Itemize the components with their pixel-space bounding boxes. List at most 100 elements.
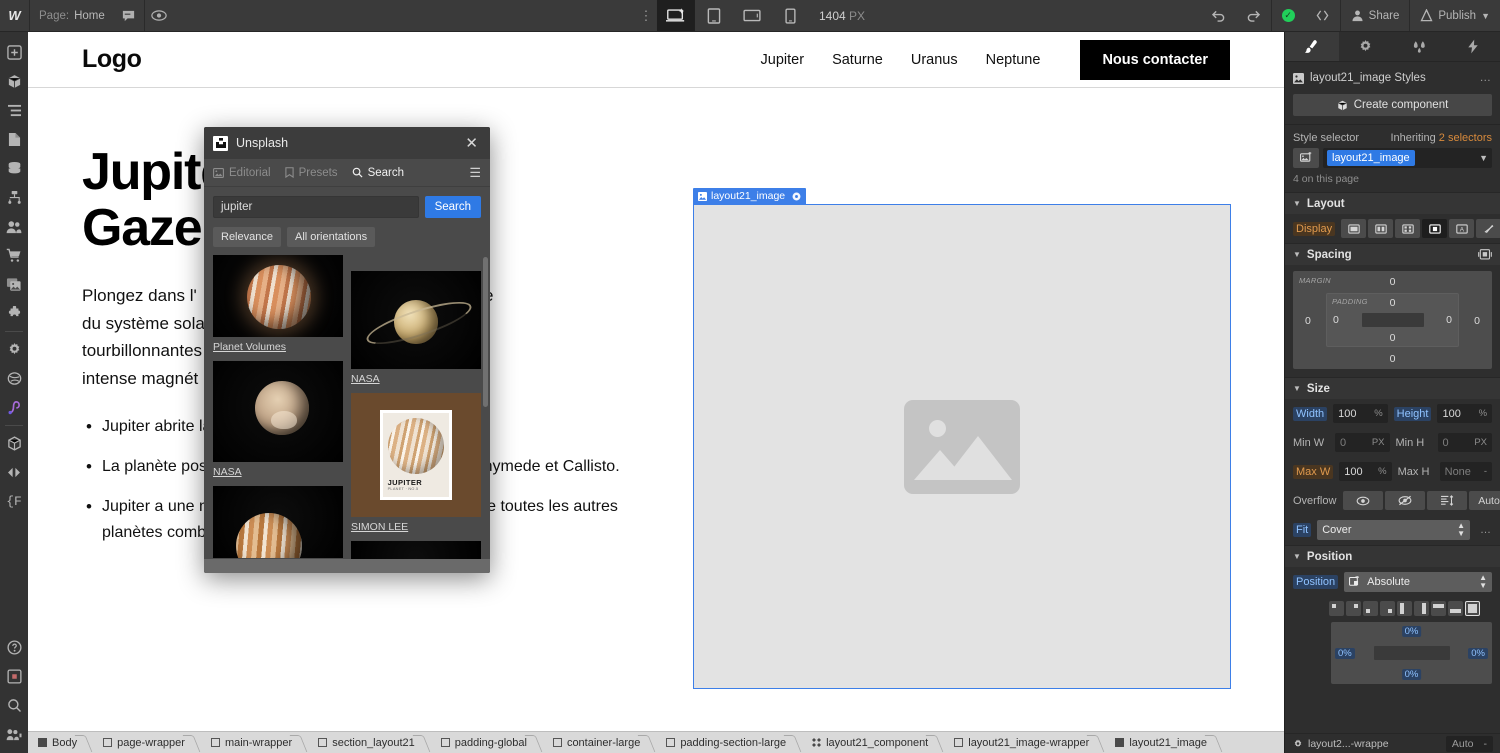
spacing-widget[interactable]: MARGIN 0 0 0 0 PADDING 0 0 0 0: [1293, 271, 1492, 369]
variables-icon[interactable]: [0, 458, 28, 487]
spacing-preview-icon[interactable]: [1478, 249, 1492, 260]
gear-icon[interactable]: [792, 192, 801, 201]
tab-editorial[interactable]: Editorial: [213, 167, 271, 179]
jupiter-dark-photo[interactable]: [213, 486, 343, 558]
position-select[interactable]: Absolute ▲▼: [1344, 572, 1492, 592]
tab-search[interactable]: Search: [352, 167, 404, 179]
nav-link-uranus[interactable]: Uranus: [911, 52, 958, 68]
z-index-input[interactable]: Auto -: [1446, 736, 1493, 752]
code-brackets-icon[interactable]: [1305, 0, 1340, 31]
max-height-input[interactable]: None -: [1440, 462, 1492, 481]
result-card[interactable]: Planet Volumes: [213, 255, 343, 355]
panel-more-icon[interactable]: …: [1480, 72, 1493, 84]
style-guide-icon[interactable]: [0, 364, 28, 393]
modal-vertical-scrollbar[interactable]: [483, 257, 488, 407]
width-input[interactable]: 100 %: [1333, 404, 1388, 423]
jupiter-poster[interactable]: JUPITER PLANET · NO.5: [351, 393, 481, 517]
selected-element-badge[interactable]: layout21_image: [693, 188, 806, 204]
min-width-input[interactable]: 0 PX: [1335, 433, 1390, 452]
display-grid-icon[interactable]: [1395, 219, 1420, 238]
breadcrumb-item-main-wrapper[interactable]: main-wrapper: [201, 732, 308, 753]
jupiter-photo[interactable]: [213, 255, 343, 337]
cms-collections-icon[interactable]: [0, 154, 28, 183]
padding-bottom-value[interactable]: 0: [1390, 332, 1396, 344]
help-icon[interactable]: [0, 633, 28, 662]
padding-right-value[interactable]: 0: [1446, 314, 1452, 326]
breadcrumb-item-layout21-image-wrapper[interactable]: layout21_image-wrapper: [944, 732, 1105, 753]
breadcrumb-item-padding-section-large[interactable]: padding-section-large: [656, 732, 802, 753]
min-height-unit[interactable]: PX: [1474, 437, 1487, 448]
page-indicator[interactable]: Page: Home: [30, 0, 114, 31]
style-panel-tab[interactable]: [1285, 32, 1339, 61]
unsplash-modal[interactable]: Unsplash ✕ Editorial Presets Search ☰ ju…: [204, 127, 490, 573]
share-button[interactable]: Share: [1341, 0, 1410, 31]
height-unit[interactable]: %: [1479, 408, 1487, 419]
search-button[interactable]: Search: [425, 196, 481, 218]
tab-presets[interactable]: Presets: [285, 167, 338, 179]
style-panel[interactable]: layout21_image Styles … Create component…: [1284, 32, 1500, 753]
filter-relevance[interactable]: Relevance: [213, 227, 281, 247]
nav-link-jupiter[interactable]: Jupiter: [761, 52, 805, 68]
image-placeholder-box[interactable]: [693, 204, 1231, 689]
close-icon[interactable]: ✕: [462, 134, 481, 153]
preview-eye-icon[interactable]: [144, 0, 174, 31]
canvas-width-display[interactable]: 1404 PX: [819, 9, 865, 23]
fit-select[interactable]: Cover ▲▼: [1317, 520, 1470, 540]
breadcrumb-item-layout21-component[interactable]: layout21_component: [802, 732, 944, 753]
overflow-visible-icon[interactable]: [1343, 491, 1383, 510]
margin-left-value[interactable]: 0: [1305, 315, 1311, 327]
anchor-top-full[interactable]: [1431, 601, 1446, 616]
position-right-value[interactable]: 0%: [1468, 648, 1488, 659]
anchor-right-full[interactable]: [1414, 601, 1429, 616]
stepper-icon[interactable]: ▲▼: [1457, 522, 1465, 538]
width-unit[interactable]: %: [1374, 408, 1382, 419]
undo-icon[interactable]: [1201, 0, 1236, 31]
fit-more-icon[interactable]: …: [1476, 524, 1492, 536]
selected-element-wrapper[interactable]: layout21_image: [693, 204, 1231, 689]
min-height-input[interactable]: 0 PX: [1438, 433, 1493, 452]
selector-tag-icon[interactable]: [1293, 148, 1319, 168]
overflow-scroll-icon[interactable]: [1427, 491, 1467, 510]
anchor-all-sides[interactable]: [1465, 601, 1480, 616]
position-relative-to-label[interactable]: layout2...-wrappe: [1308, 738, 1389, 750]
ecommerce-icon[interactable]: [0, 241, 28, 270]
display-inline-block-icon[interactable]: [1422, 219, 1447, 238]
saturn-photo[interactable]: [351, 271, 481, 369]
photo-credit[interactable]: SIMON LEE: [351, 517, 481, 535]
breadcrumb-item-layout21-image[interactable]: layout21_image: [1105, 732, 1223, 753]
position-top-value[interactable]: 0%: [1402, 626, 1422, 637]
webflow-logo[interactable]: W: [0, 0, 30, 31]
modal-horizontal-scrollbar[interactable]: [204, 559, 490, 573]
navigator-icon[interactable]: [0, 96, 28, 125]
breadcrumb[interactable]: Body page-wrapper main-wrapper section_l…: [28, 731, 1284, 753]
breadcrumb-item-body[interactable]: Body: [28, 732, 93, 753]
pages-icon[interactable]: [0, 125, 28, 154]
anchor-bottom-right[interactable]: [1380, 601, 1395, 616]
settings-panel-tab[interactable]: [1339, 32, 1393, 61]
stepper-icon[interactable]: ▲▼: [1479, 574, 1487, 590]
max-width-input[interactable]: 100 %: [1339, 462, 1391, 481]
nav-link-saturne[interactable]: Saturne: [832, 52, 883, 68]
gear-icon[interactable]: [1293, 739, 1303, 749]
modal-titlebar[interactable]: Unsplash ✕: [204, 127, 490, 159]
selector-chip[interactable]: layout21_image: [1327, 150, 1415, 166]
min-width-unit[interactable]: PX: [1372, 437, 1385, 448]
section-layout-header[interactable]: ▼ Layout: [1285, 192, 1500, 214]
result-card[interactable]: NASA: [213, 361, 343, 480]
anchor-bottom-full[interactable]: [1448, 601, 1463, 616]
pluto-photo[interactable]: [213, 361, 343, 462]
mobile-landscape-breakpoint-icon[interactable]: [733, 0, 771, 31]
nav-link-neptune[interactable]: Neptune: [986, 52, 1041, 68]
padding-area[interactable]: PADDING 0 0 0 0: [1326, 293, 1459, 347]
mobile-portrait-breakpoint-icon[interactable]: [771, 0, 809, 31]
redo-icon[interactable]: [1236, 0, 1271, 31]
settings-gear-icon[interactable]: [0, 335, 28, 364]
anchor-left-full[interactable]: [1397, 601, 1412, 616]
display-inline-icon[interactable]: A: [1449, 219, 1474, 238]
hamburger-menu-icon[interactable]: ☰: [469, 166, 481, 179]
desktop-breakpoint-icon[interactable]: [657, 0, 695, 31]
video-tutorial-icon[interactable]: [0, 662, 28, 691]
position-offsets-widget[interactable]: 0% 0% 0% 0%: [1331, 622, 1492, 684]
margin-bottom-value[interactable]: 0: [1390, 353, 1396, 365]
display-none-icon[interactable]: [1476, 219, 1500, 238]
